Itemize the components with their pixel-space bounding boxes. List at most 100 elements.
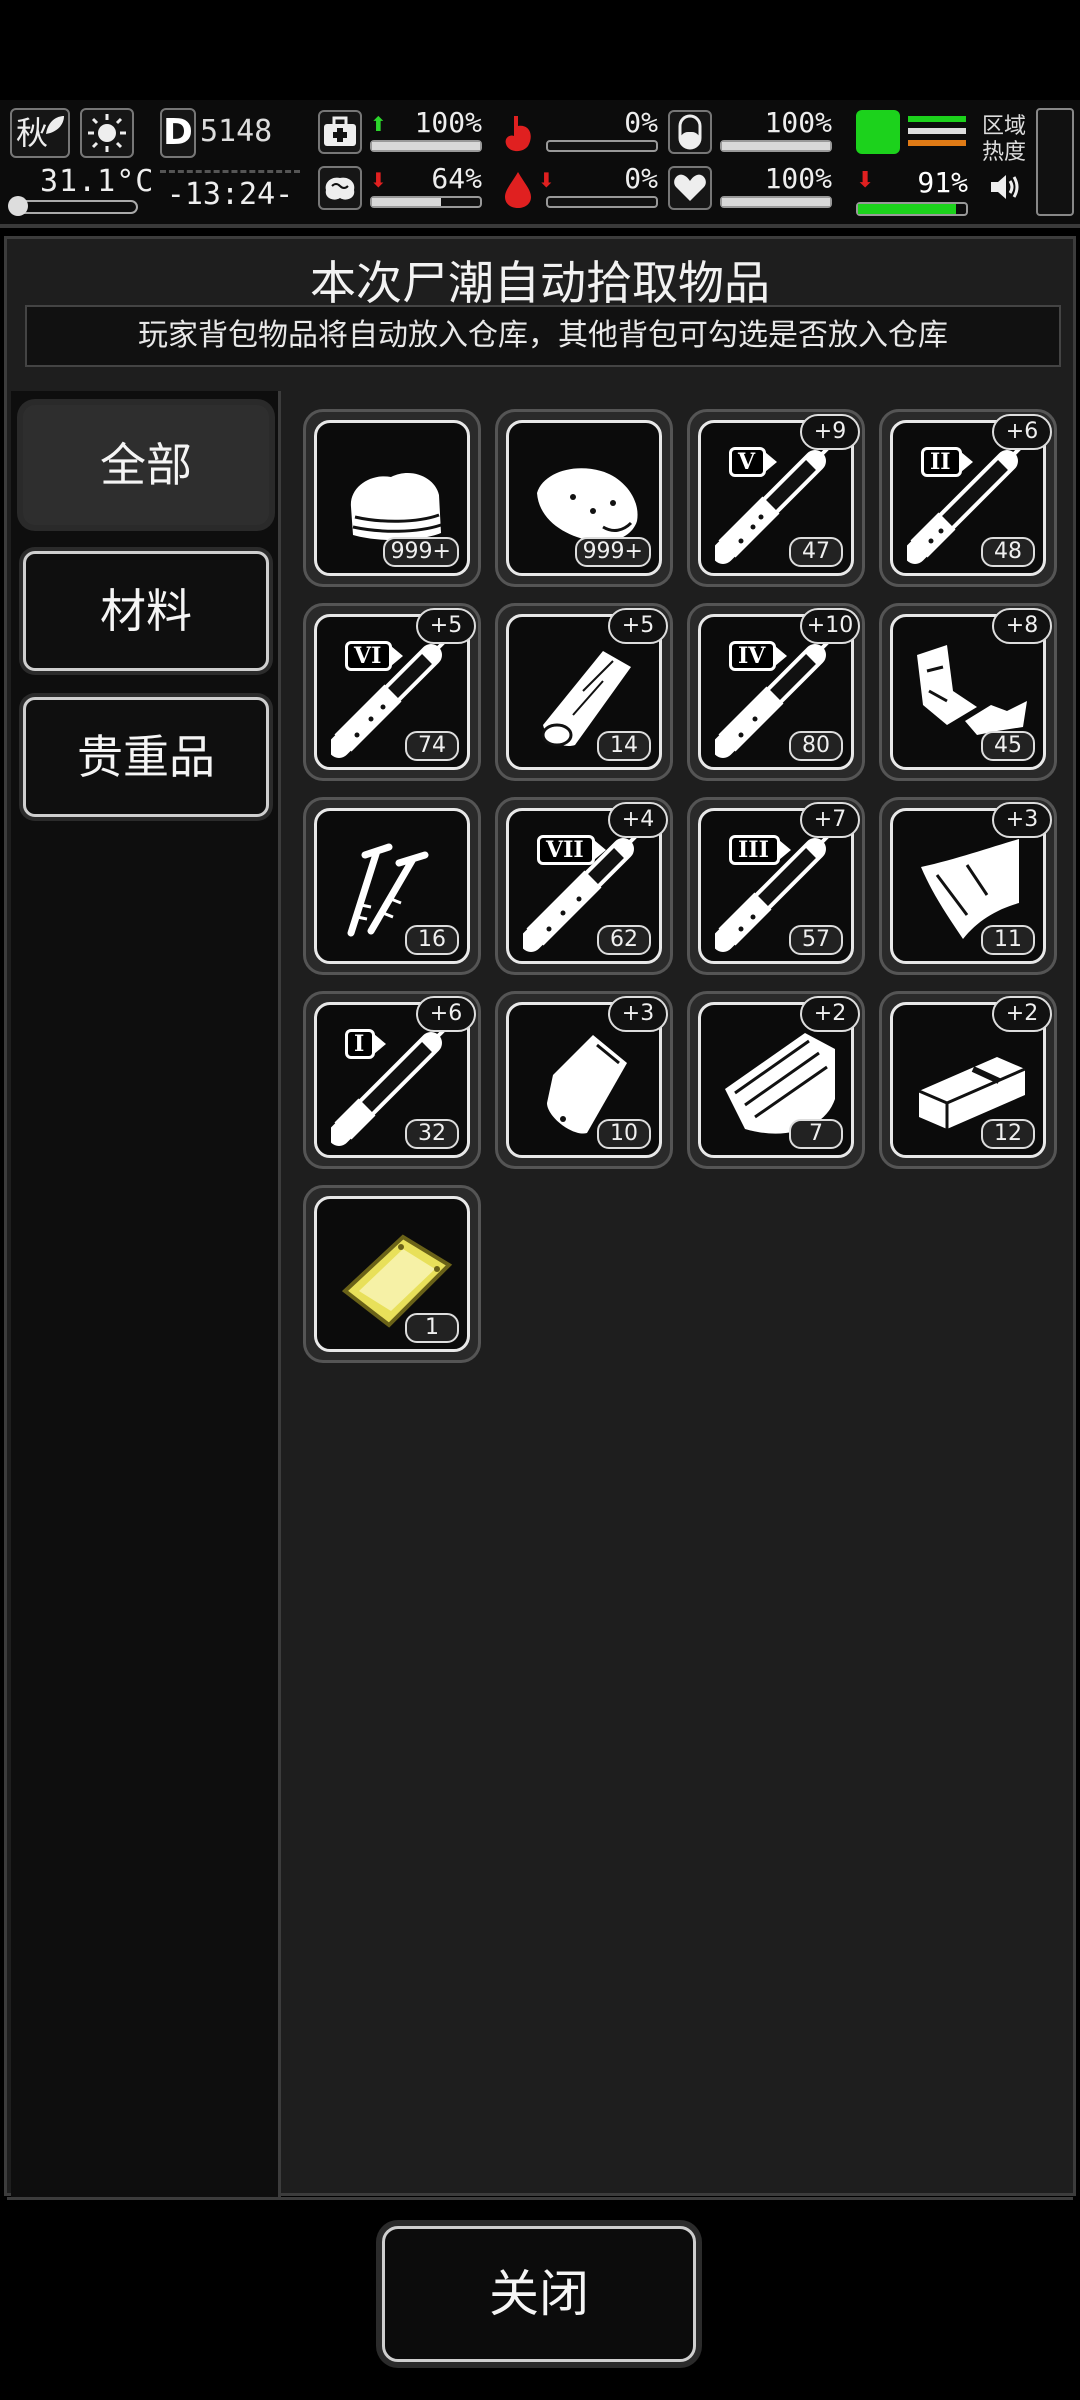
weather-panel[interactable]: ⬇ 91% [852,108,970,218]
tier-badge: V [729,447,778,477]
close-button[interactable]: 关闭 [382,2226,696,2362]
item-slot[interactable]: 7 +2 [687,991,865,1169]
tab-materials[interactable]: 材料 [23,551,269,671]
item-count: 12 [981,1119,1035,1149]
leaf-icon [46,116,64,134]
item-slot[interactable]: 45 +8 [879,603,1057,781]
panel-subtitle: 玩家背包物品将自动放入仓库，其他背包可勾选是否放入仓库 [25,305,1061,367]
stat-fatigue[interactable]: 100% [668,106,836,158]
bonus-badge: +8 [992,608,1052,644]
item-slot[interactable]: 11 +3 [879,797,1057,975]
stat-value: 100% [764,162,832,195]
bonus-badge: +7 [800,802,860,838]
item-count: 1 [405,1313,459,1343]
item-slot[interactable]: 10 +3 [495,991,673,1169]
stat-bar-fill [722,142,830,150]
tier-badge: VI [345,641,404,671]
stat-hunger[interactable]: 0% [494,106,662,158]
item-count: 7 [789,1119,843,1149]
item-slot[interactable]: VI 74 +5 [303,603,481,781]
item-slot[interactable]: 1 [303,1185,481,1363]
stat-value: 100% [764,106,832,139]
item-count: 57 [789,925,843,955]
medkit-icon [318,110,362,154]
item-count: 47 [789,537,843,567]
bonus-badge: +3 [992,802,1052,838]
stat-bleeding[interactable]: ⬇ 0% [494,162,662,214]
item-slot[interactable]: 12 +2 [879,991,1057,1169]
thermometer-icon [8,196,138,216]
tab-all[interactable]: 全部 [23,405,269,525]
item-count: 80 [789,731,843,761]
boot-icon [856,110,900,154]
bonus-badge: +5 [416,608,476,644]
item-count: 999+ [382,537,459,567]
stat-value: 64% [431,162,482,195]
season-badge: 秋 [10,108,70,158]
item-slot[interactable]: II 48 +6 [879,409,1057,587]
weather-line-green [908,116,966,122]
region-heat-label: 区域 热度 [982,114,1032,166]
region-label: 区域 [982,114,1027,139]
item-count: 14 [597,731,651,761]
item-slot[interactable]: V 47 +9 [687,409,865,587]
item-slot[interactable]: 14 +5 [495,603,673,781]
stat-bar-fill [722,198,830,206]
item-slot[interactable]: III 57 +7 [687,797,865,975]
status-bar: 秋 31.1°C D 5148 -13:24- ⬆ 100% 0% 100% ⬇ [0,100,1080,228]
item-count: 48 [981,537,1035,567]
stat-mental[interactable]: ⬇ 64% [318,162,486,214]
bonus-badge: +6 [416,996,476,1032]
weather-bar [856,202,968,216]
item-slot[interactable]: I 32 +6 [303,991,481,1169]
stomach-icon [494,110,542,158]
stat-mood[interactable]: 100% [668,162,836,214]
stat-bar-fill [372,198,442,206]
bonus-badge: +3 [608,996,668,1032]
item-count: 45 [981,731,1035,761]
weather-bar-fill [858,204,957,214]
tier-badge: II [921,447,973,477]
item-slot[interactable]: 999+ [303,409,481,587]
stat-bar [546,196,658,208]
stat-value: 0% [624,162,658,195]
item-slot[interactable]: 999+ [495,409,673,587]
stat-bar [720,140,832,152]
trend-up-icon: ⬆ [370,112,387,136]
tab-valuables[interactable]: 贵重品 [23,697,269,817]
bonus-badge: +10 [800,608,860,644]
item-count: 11 [981,925,1035,955]
item-count: 10 [597,1119,651,1149]
stat-value: 100% [414,106,482,139]
item-frame: 999+ [314,420,470,576]
trend-down-icon: ⬇ [370,168,387,192]
item-slot[interactable]: 16 [303,797,481,975]
item-frame: 1 [314,1196,470,1352]
tier-badge: III [729,835,791,865]
stat-bar [546,140,658,152]
region-heat-meter [1036,108,1074,216]
item-slot[interactable]: VII 62 +4 [495,797,673,975]
blood-drop-icon [494,166,542,214]
clock-time: -13:24- [160,170,300,214]
item-count: 999+ [574,537,651,567]
stat-bar-fill [372,142,480,150]
brain-icon [318,166,362,210]
weather-line-white [908,128,966,134]
weather-line-orange [908,140,966,146]
item-frame: 16 [314,808,470,964]
item-count: 32 [405,1119,459,1149]
pill-icon [668,110,712,154]
speaker-icon[interactable] [988,170,1022,204]
sun-icon [80,108,134,158]
stat-value: 0% [624,106,658,139]
bonus-badge: +9 [800,414,860,450]
stat-bar [370,140,482,152]
stat-bar [720,196,832,208]
bonus-badge: +4 [608,802,668,838]
tier-badge: VII [537,835,606,865]
tier-badge: I [345,1029,387,1059]
item-slot[interactable]: IV 80 +10 [687,603,865,781]
stat-health[interactable]: ⬆ 100% [318,106,486,158]
bonus-badge: +5 [608,608,668,644]
